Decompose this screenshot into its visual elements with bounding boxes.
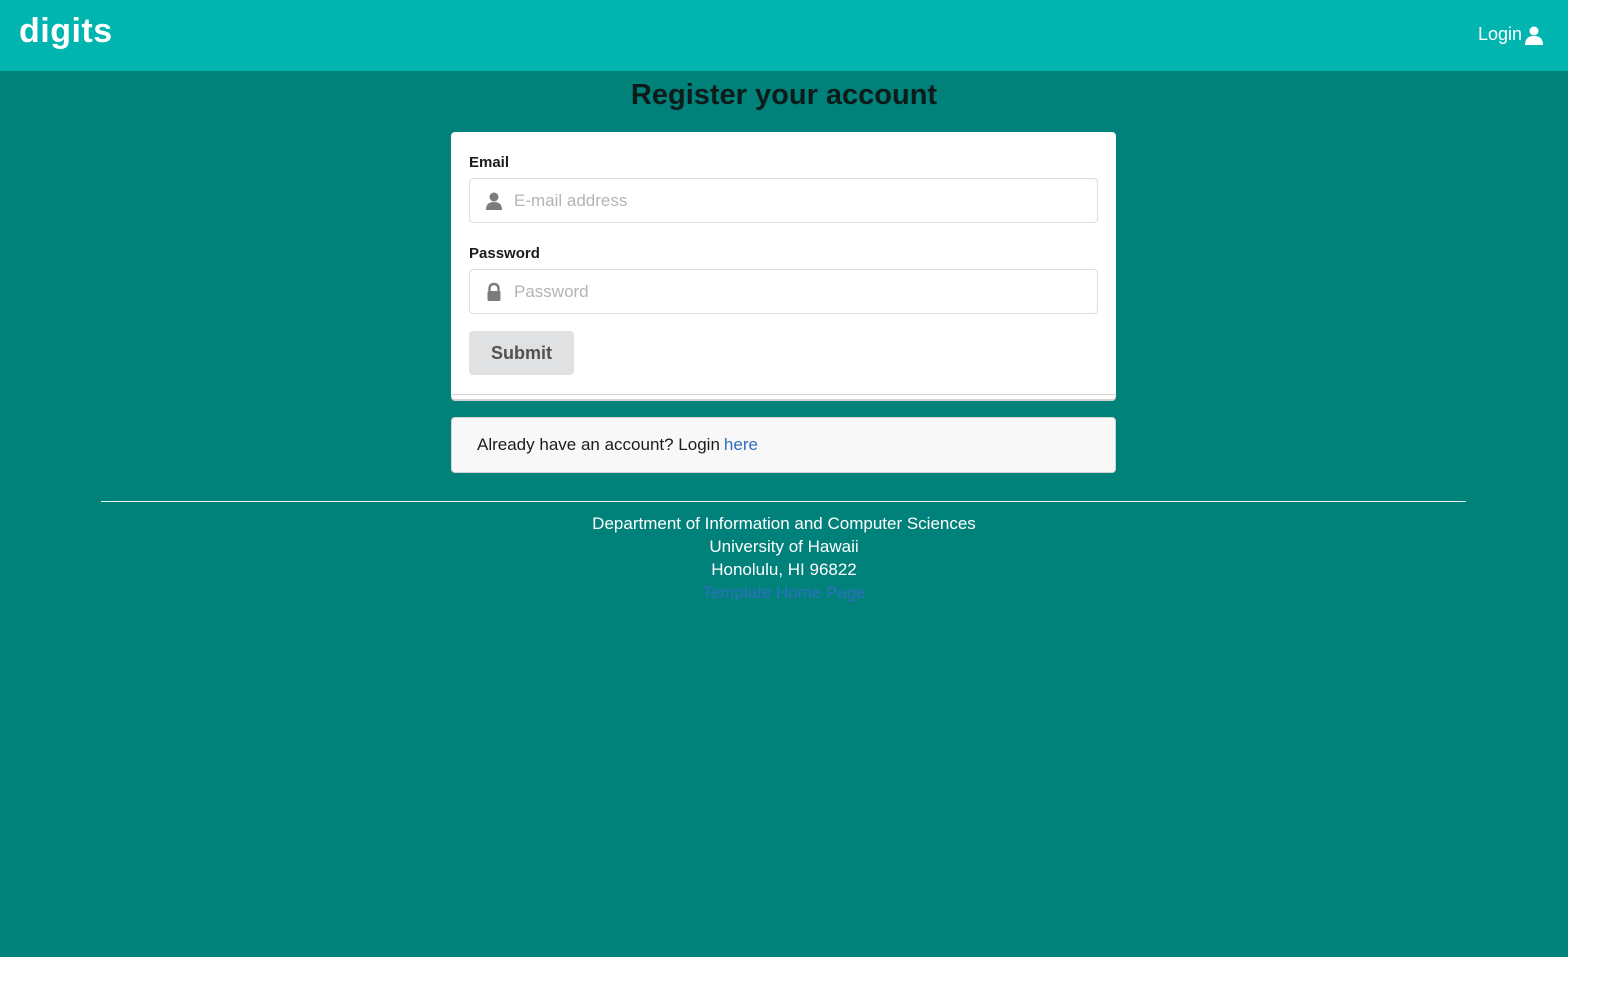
user-icon bbox=[484, 191, 504, 211]
footer-university: University of Hawaii bbox=[709, 537, 859, 556]
page: digits Login Register your account Email… bbox=[0, 0, 1568, 957]
lock-icon bbox=[484, 282, 504, 302]
password-label: Password bbox=[469, 245, 540, 262]
page-title: Register your account bbox=[630, 79, 938, 111]
login-label: Login bbox=[1477, 24, 1522, 44]
footer-department: Department of Information and Computer S… bbox=[592, 514, 976, 533]
footer: Department of Information and Computer S… bbox=[0, 512, 1568, 604]
email-label: Email bbox=[469, 154, 510, 171]
template-home-link[interactable]: Template Home Page bbox=[702, 583, 865, 602]
password-field-wrapper bbox=[469, 269, 1098, 314]
login-prompt-message: Already have an account? Login here bbox=[451, 417, 1116, 473]
submit-button[interactable]: Submit bbox=[469, 331, 574, 375]
login-menu-item[interactable]: Login bbox=[1478, 24, 1544, 45]
user-icon bbox=[1524, 25, 1544, 45]
register-form-card: Email Password Submit bbox=[451, 132, 1116, 399]
navbar: digits Login bbox=[0, 0, 1568, 71]
footer-address: Honolulu, HI 96822 bbox=[711, 560, 857, 579]
login-prompt-text: Already have an account? Login bbox=[477, 435, 720, 454]
login-here-link[interactable]: here bbox=[724, 435, 758, 455]
brand-logo[interactable]: digits bbox=[19, 12, 113, 51]
email-input[interactable] bbox=[514, 179, 1084, 222]
password-input[interactable] bbox=[514, 270, 1084, 313]
email-field-wrapper bbox=[469, 178, 1098, 223]
footer-divider bbox=[101, 501, 1466, 502]
